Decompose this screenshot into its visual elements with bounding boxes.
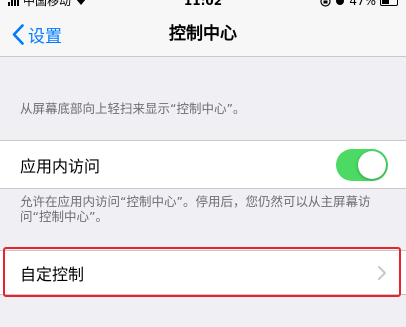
status-time: 11:02 [183, 0, 223, 8]
access-within-apps-toggle[interactable] [336, 149, 388, 181]
battery-percent: 47% [349, 0, 376, 8]
access-within-apps-label: 应用内访问 [20, 156, 101, 176]
chevron-right-icon [378, 265, 386, 280]
swipe-hint-footnote: 从屏幕底部向上轻扫来显示“控制中心”。 [20, 101, 246, 116]
access-within-apps-footnote: 允许在应用内访问“控制中心”。停用后，您仍然可以从主屏幕访问“控制中心”。 [20, 194, 371, 224]
cellular-signal-icon [8, 0, 19, 6]
wifi-icon [76, 0, 86, 5]
navigation-bar: 设置 控制中心 [0, 12, 406, 57]
access-within-apps-cell: 应用内访问 [0, 140, 406, 189]
page-title: 控制中心 [169, 24, 237, 44]
customize-controls-cell[interactable]: 自定控制 [0, 250, 406, 295]
toggle-knob [358, 151, 386, 179]
orientation-lock-icon [320, 0, 331, 7]
customize-controls-label: 自定控制 [20, 264, 85, 284]
alarm-icon [336, 0, 345, 5]
status-left: 中国移动 [8, 0, 87, 8]
carrier-name: 中国移动 [23, 0, 72, 8]
status-bar: 中国移动 11:02 47% [0, 0, 406, 12]
battery-icon [380, 0, 398, 6]
status-right: 47% [320, 0, 398, 8]
